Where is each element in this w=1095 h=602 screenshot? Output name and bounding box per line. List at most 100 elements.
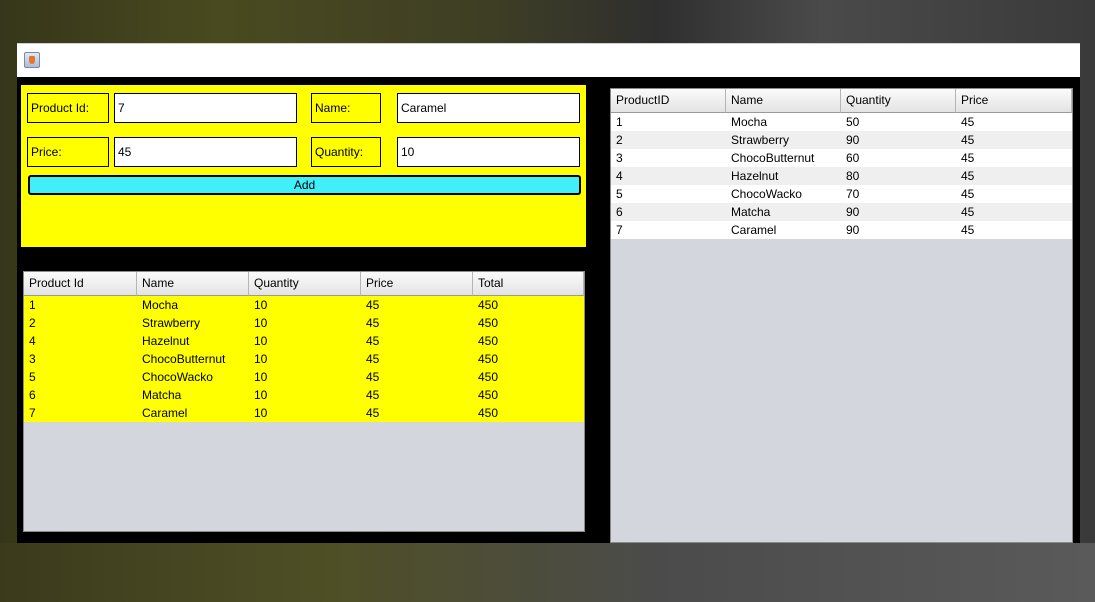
order-table-cell: Matcha (142, 388, 182, 402)
product-table-column-header[interactable]: Name (726, 89, 841, 113)
order-table-column-header[interactable]: Total (473, 272, 584, 296)
order-table-cell: 45 (366, 298, 380, 312)
quantity-label: Quantity: (311, 137, 381, 167)
product-table-row[interactable]: 7 Caramel 90 45 (611, 221, 1072, 239)
product-table-row[interactable]: 1 Mocha 50 45 (611, 113, 1072, 131)
product-table-cell: 45 (961, 169, 975, 183)
order-table-row[interactable]: 2 Strawberry 10 45 450 (24, 314, 584, 332)
product-form-panel: Product Id: 7 Name: Caramel Price: 45 Qu… (20, 84, 587, 248)
title-bar (17, 43, 1080, 77)
order-table-cell: 10 (254, 370, 268, 384)
product-table-cell: 2 (616, 133, 623, 147)
order-table-cell: 4 (29, 334, 36, 348)
order-table-row[interactable]: 1 Mocha 10 45 450 (24, 296, 584, 314)
order-table-column-header[interactable]: Price (361, 272, 473, 296)
product-table-row[interactable]: 4 Hazelnut 80 45 (611, 167, 1072, 185)
product-id-field[interactable]: 7 (114, 93, 297, 123)
order-table-cell: Hazelnut (142, 334, 190, 348)
product-table-cell: 1 (616, 115, 623, 129)
order-table-cell: 450 (478, 406, 499, 420)
order-table-cell: 10 (254, 334, 268, 348)
order-table-cell: 45 (366, 370, 380, 384)
order-table-cell: 45 (366, 316, 380, 330)
product-table-cell: 90 (846, 223, 860, 237)
order-table-cell: 6 (29, 388, 36, 402)
order-table-cell: ChocoWacko (142, 370, 213, 384)
order-table-cell: 1 (29, 298, 36, 312)
order-table-row[interactable]: 4 Hazelnut 10 45 450 (24, 332, 584, 350)
order-table-cell: 450 (478, 316, 499, 330)
product-table-cell: 3 (616, 151, 623, 165)
product-table-row[interactable]: 6 Matcha 90 45 (611, 203, 1072, 221)
product-table-cell: 4 (616, 169, 623, 183)
order-table-cell: Mocha (142, 298, 179, 312)
order-table-body: 1 Mocha 10 45 450 2 Strawberry 10 45 450 4 Hazelnut… (24, 296, 584, 422)
order-table-cell: 10 (254, 298, 268, 312)
order-table-cell: ChocoButternut (142, 352, 226, 366)
order-table-row[interactable]: 3 ChocoButternut 10 45 450 (24, 350, 584, 368)
product-table-header: ProductID Name Quantity Price (611, 89, 1072, 113)
order-table-cell: 45 (366, 406, 380, 420)
order-table-cell: 3 (29, 352, 36, 366)
product-table-row[interactable]: 3 ChocoButternut 60 45 (611, 149, 1072, 167)
order-table-cell: Strawberry (142, 316, 201, 330)
order-table-cell: 2 (29, 316, 36, 330)
product-table-cell: Mocha (731, 115, 768, 129)
product-table-cell: 90 (846, 205, 860, 219)
product-table-cell: 45 (961, 115, 975, 129)
product-table-cell: 45 (961, 223, 975, 237)
product-table-cell: 6 (616, 205, 623, 219)
order-table-cell: 450 (478, 334, 499, 348)
quantity-field[interactable]: 10 (397, 137, 580, 167)
order-table-cell: 450 (478, 370, 499, 384)
order-table-row[interactable]: 6 Matcha 10 45 450 (24, 386, 584, 404)
product-table-cell: Caramel (731, 223, 777, 237)
order-table-cell: 10 (254, 388, 268, 402)
product-table-cell: 80 (846, 169, 860, 183)
order-table-row[interactable]: 7 Caramel 10 45 450 (24, 404, 584, 422)
order-table[interactable]: Product Id Name Quantity Price Total 1 Mocha 1… (23, 271, 585, 532)
java-app-icon (24, 52, 40, 68)
order-table-cell: 450 (478, 388, 499, 402)
order-table-header: Product Id Name Quantity Price Total (24, 272, 584, 296)
product-table-cell: 70 (846, 187, 860, 201)
product-table-cell: 45 (961, 133, 975, 147)
order-table-cell: 45 (366, 352, 380, 366)
product-table-cell: 45 (961, 151, 975, 165)
product-table-cell: 50 (846, 115, 860, 129)
order-table-cell: 450 (478, 352, 499, 366)
order-table-row[interactable]: 5 ChocoWacko 10 45 450 (24, 368, 584, 386)
product-table-row[interactable]: 2 Strawberry 90 45 (611, 131, 1072, 149)
order-table-cell: 10 (254, 316, 268, 330)
order-table-cell: 10 (254, 352, 268, 366)
app-window: Product Id: 7 Name: Caramel Price: 45 Qu… (17, 43, 1080, 543)
product-table-column-header[interactable]: Quantity (841, 89, 956, 113)
product-table-column-header[interactable]: Price (956, 89, 1072, 113)
product-table-cell: Hazelnut (731, 169, 779, 183)
product-table-row[interactable]: 5 ChocoWacko 70 45 (611, 185, 1072, 203)
product-table-cell: ChocoButternut (731, 151, 815, 165)
order-table-column-header[interactable]: Name (137, 272, 249, 296)
product-table-cell: 45 (961, 205, 975, 219)
product-table-cell: Strawberry (731, 133, 790, 147)
product-table-body: 1 Mocha 50 45 2 Strawberry 90 45 3 ChocoButternut… (611, 113, 1072, 239)
product-table-column-header[interactable]: ProductID (611, 89, 726, 113)
name-label: Name: (311, 93, 381, 123)
name-field[interactable]: Caramel (397, 93, 580, 123)
order-table-column-header[interactable]: Quantity (249, 272, 361, 296)
add-button[interactable]: Add (28, 175, 581, 195)
order-table-cell: 45 (366, 334, 380, 348)
desktop-background (0, 543, 1095, 602)
product-id-label: Product Id: (27, 93, 109, 123)
product-table-cell: 90 (846, 133, 860, 147)
order-table-cell: 7 (29, 406, 36, 420)
order-table-cell: 450 (478, 298, 499, 312)
product-table-cell: 5 (616, 187, 623, 201)
order-table-column-header[interactable]: Product Id (24, 272, 137, 296)
price-field[interactable]: 45 (114, 137, 297, 167)
product-table-cell: Matcha (731, 205, 771, 219)
order-table-cell: Caramel (142, 406, 188, 420)
product-table-cell: 45 (961, 187, 975, 201)
product-table-cell: 60 (846, 151, 860, 165)
product-table[interactable]: ProductID Name Quantity Price 1 Mocha 50 45 2 St… (610, 88, 1073, 543)
